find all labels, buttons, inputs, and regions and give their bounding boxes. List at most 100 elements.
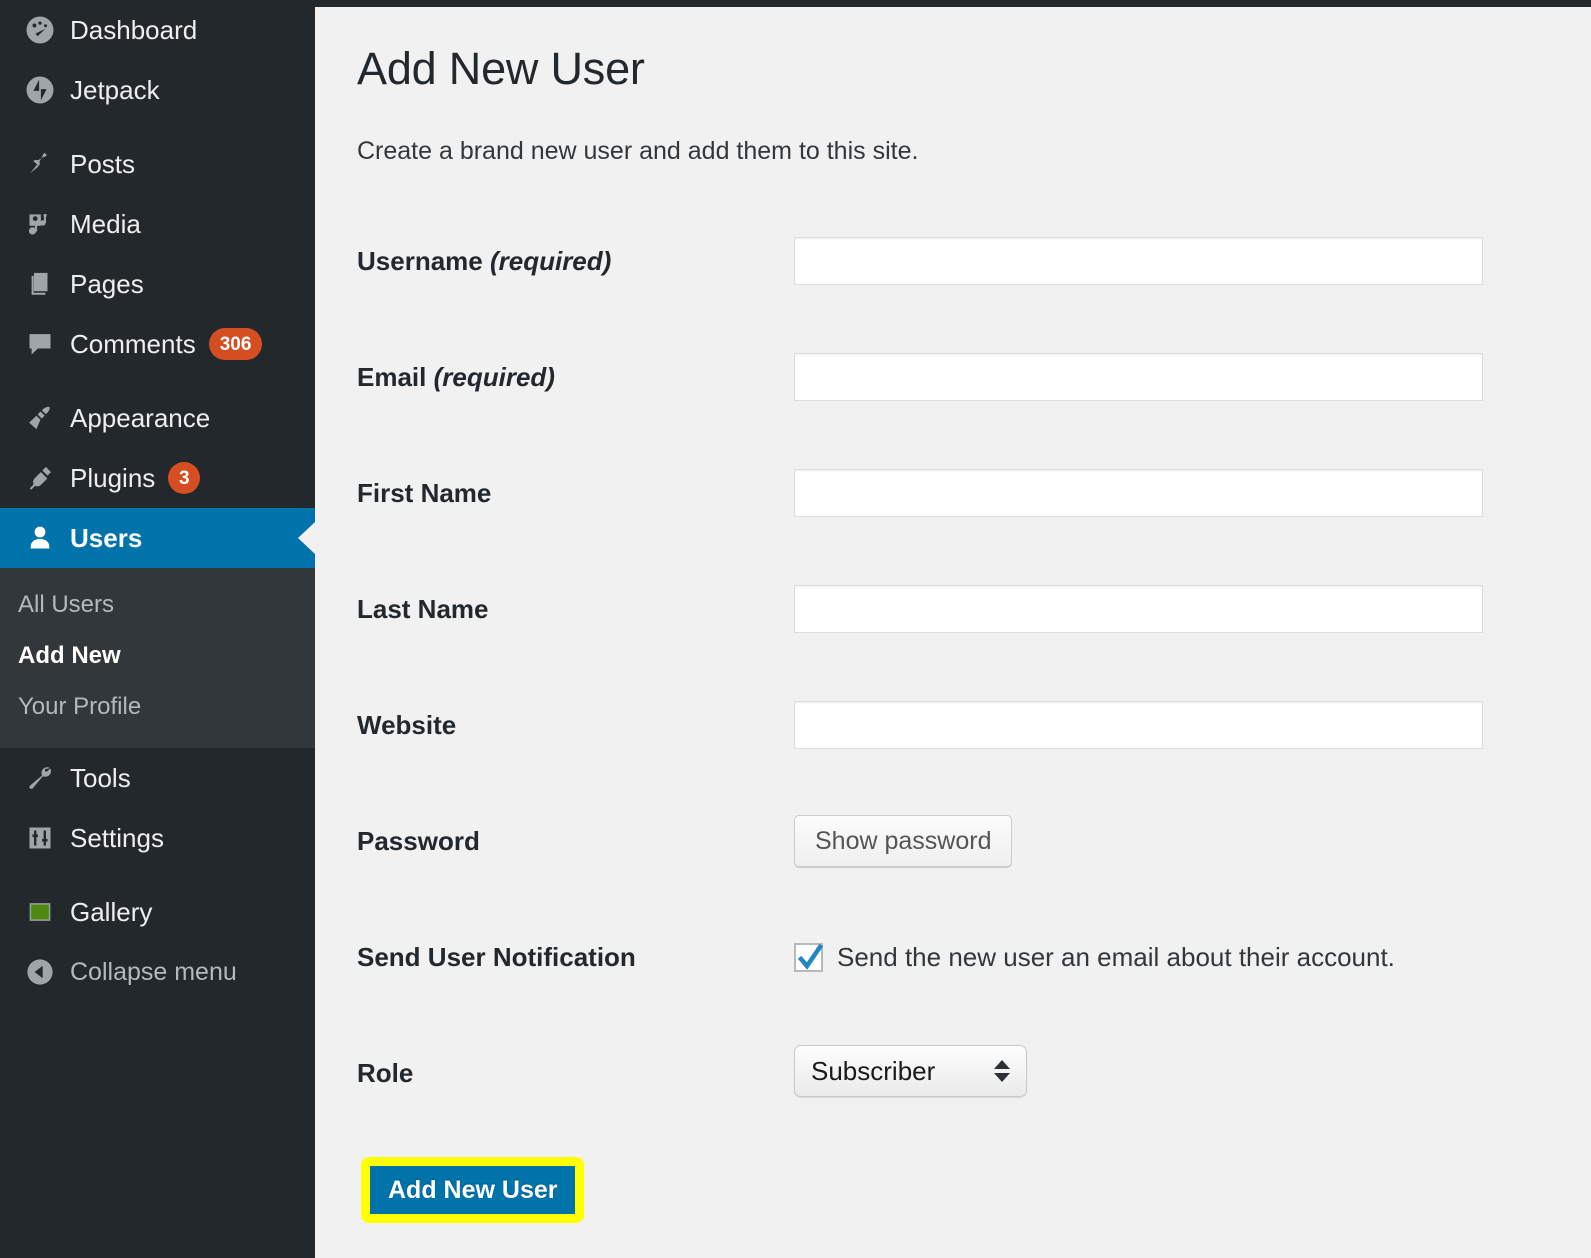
sidebar-item-media[interactable]: Media [0,194,315,254]
pin-icon [18,149,62,179]
sidebar-item-appearance[interactable]: Appearance [0,388,315,448]
website-input[interactable] [794,701,1483,749]
collapse-menu-button[interactable]: Collapse menu [0,942,315,1002]
sidebar-item-label: Users [70,523,143,553]
form-row-website: Website [357,667,1571,783]
menu-separator [0,374,315,388]
add-new-user-form: Username (required) Email (required) Fir… [357,203,1571,1131]
form-cell-role: Subscriber [794,1015,1571,1131]
label-text: Username [357,245,483,276]
collapse-menu-label: Collapse menu [70,957,237,986]
email-input[interactable] [794,353,1483,401]
menu-separator [0,120,315,134]
form-row-username: Username (required) [357,203,1571,319]
sidebar-item-users[interactable]: Users [0,508,315,568]
send-notification-checkbox[interactable] [794,942,824,972]
collapse-arrow-icon [18,957,62,987]
sidebar-item-label: Gallery [70,897,153,928]
admin-bar [315,0,1591,7]
send-notification-row: Send the new user an email about their a… [794,942,1571,972]
sidebar-item-label: Comments [70,329,196,359]
label-website: Website [357,709,457,740]
chevron-down-icon [994,1072,1010,1082]
user-icon [18,523,62,553]
required-note: (required) [489,245,612,276]
sidebar-item-label: Tools [70,763,131,794]
form-cell-email [794,319,1571,435]
sidebar-item-tools[interactable]: Tools [0,748,315,808]
sidebar-item-settings[interactable]: Settings [0,808,315,868]
label-email: Email (required) [357,319,794,435]
sidebar-item-dashboard[interactable]: Dashboard [0,0,315,60]
add-new-user-submit-button[interactable]: Add New User [370,1166,576,1214]
media-icon [18,209,62,239]
form-row-email: Email (required) [357,319,1571,435]
wrench-icon [18,763,62,793]
form-submit-area: Add New User [357,1157,1571,1223]
stepper-arrows-icon [994,1059,1010,1082]
paintbrush-icon [18,403,62,433]
sidebar-item-label: Jetpack [70,75,160,105]
sidebar-item-pages[interactable]: Pages [0,254,315,314]
submenu-item-add-new[interactable]: Add New [0,631,315,682]
sidebar-item-posts[interactable]: Posts [0,134,315,194]
form-row-role: Role Subscriber [357,1015,1571,1131]
sidebar-item-label: Appearance [70,403,211,433]
form-row-first-name: First Name [357,435,1571,551]
admin-sidebar: Dashboard Jetpack Posts Media Pages Comm… [0,0,315,1258]
dashboard-icon [18,15,62,45]
sidebar-item-gallery[interactable]: Gallery [0,882,315,942]
show-password-button[interactable]: Show password [794,815,1013,867]
required-note: (required) [433,361,555,392]
submenu-item-your-profile[interactable]: Your Profile [0,682,315,733]
plugins-count-badge: 3 [168,462,201,494]
form-cell-password: Show password [794,783,1571,899]
label-first-name: First Name [357,477,492,508]
form-cell-username [794,203,1571,319]
submenu-item-all-users[interactable]: All Users [0,580,315,631]
form-cell-last-name [794,551,1571,667]
sliders-icon [18,823,62,853]
chevron-up-icon [994,1059,1010,1069]
form-row-last-name: Last Name [357,551,1571,667]
sidebar-item-label: Media [70,209,141,239]
page-title: Add New User [357,43,645,94]
comments-count-badge: 306 [208,328,263,360]
last-name-input[interactable] [794,585,1483,633]
pages-icon [18,269,62,299]
form-cell-send-user-notification: Send the new user an email about their a… [794,899,1571,1015]
sidebar-item-label: Plugins [70,463,156,493]
submit-highlight-annotation: Add New User [361,1157,585,1223]
wordpress-admin-screen: Dashboard Jetpack Posts Media Pages Comm… [0,0,1591,1258]
sidebar-item-label: Pages [70,269,144,299]
sidebar-item-label: Settings [70,823,164,854]
sidebar-item-plugins[interactable]: Plugins 3 [0,448,315,508]
menu-separator [0,868,315,882]
page-description: Create a brand new user and add them to … [357,137,919,165]
main-content: Add New User Create a brand new user and… [315,7,1591,1258]
form-row-password: Password Show password [357,783,1571,899]
sidebar-item-comments[interactable]: Comments 306 [0,314,315,374]
role-selected-value: Subscriber [811,1055,936,1086]
comment-bubble-icon [18,329,62,359]
users-submenu: All Users Add New Your Profile [0,568,315,749]
label-role: Role [357,1057,414,1088]
label-send-user-notification: Send User Notification [357,941,636,972]
label-text: Email [357,361,427,392]
sidebar-item-jetpack[interactable]: Jetpack [0,60,315,120]
label-username: Username (required) [357,203,794,319]
label-last-name: Last Name [357,593,489,624]
label-password: Password [357,825,480,856]
send-notification-label: Send the new user an email about their a… [837,942,1395,972]
plug-icon [18,463,62,493]
form-cell-first-name [794,435,1571,551]
sidebar-item-label: Dashboard [70,15,198,45]
form-row-send-user-notification: Send User Notification Send the new user… [357,899,1571,1015]
username-input[interactable] [794,237,1483,285]
jetpack-icon [18,75,62,105]
form-cell-website [794,667,1571,783]
gallery-square-icon [18,897,62,927]
role-select[interactable]: Subscriber [794,1044,1027,1097]
first-name-input[interactable] [794,469,1483,517]
sidebar-item-label: Posts [70,149,136,179]
